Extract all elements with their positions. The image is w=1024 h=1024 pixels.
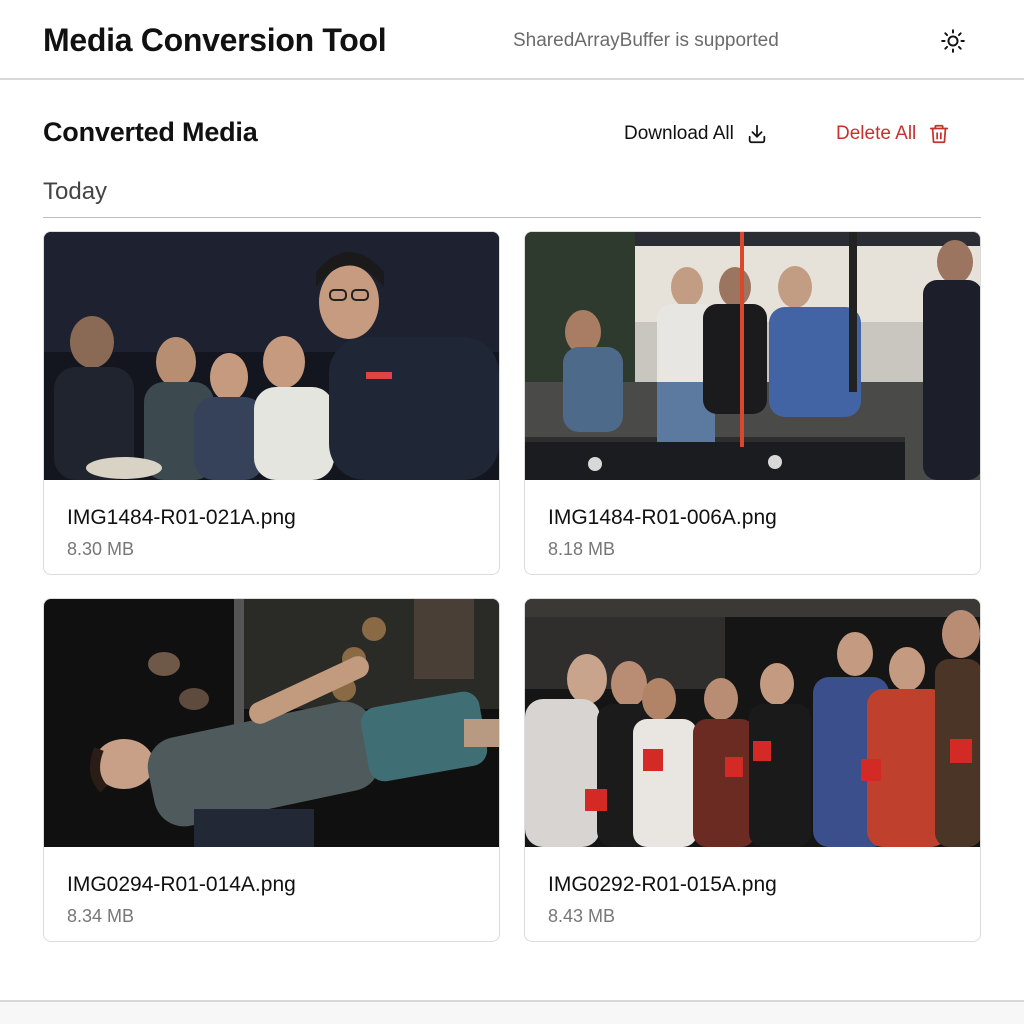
footer-bar: [0, 1000, 1024, 1024]
converted-media-title: Converted Media: [43, 117, 258, 147]
group-divider: [43, 217, 981, 218]
media-file-name: IMG1484-R01-006A.png: [548, 506, 777, 529]
media-card[interactable]: IMG1484-R01-006A.png 8.18 MB: [524, 231, 981, 575]
delete-all-button[interactable]: Delete All: [836, 121, 950, 147]
media-card[interactable]: IMG0294-R01-014A.png 8.34 MB: [43, 598, 500, 942]
group-label-today: Today: [43, 178, 108, 205]
media-thumbnail: [525, 599, 980, 847]
media-file-name: IMG0292-R01-015A.png: [548, 873, 777, 896]
media-thumbnail: [44, 232, 499, 480]
media-card[interactable]: IMG1484-R01-021A.png 8.30 MB: [43, 231, 500, 575]
app-header: Media Conversion Tool SharedArrayBuffer …: [0, 0, 1024, 80]
sharedarraybuffer-status: SharedArrayBuffer is supported: [513, 30, 779, 51]
media-card[interactable]: IMG0292-R01-015A.png 8.43 MB: [524, 598, 981, 942]
app-title: Media Conversion Tool: [43, 22, 387, 58]
media-thumbnail: [44, 599, 499, 847]
sun-icon: [941, 29, 965, 53]
media-file-name: IMG1484-R01-021A.png: [67, 506, 296, 529]
download-icon: [748, 124, 766, 144]
download-all-label: Download All: [624, 123, 734, 144]
media-file-size: 8.43 MB: [548, 906, 616, 926]
download-all-button[interactable]: Download All: [624, 121, 768, 147]
media-file-size: 8.30 MB: [67, 539, 135, 559]
delete-all-label: Delete All: [836, 123, 917, 144]
theme-toggle-button[interactable]: [938, 26, 968, 56]
media-file-size: 8.34 MB: [67, 906, 135, 926]
media-thumbnail: [525, 232, 980, 480]
media-file-name: IMG0294-R01-014A.png: [67, 873, 296, 896]
trash-icon: [930, 124, 949, 144]
media-file-size: 8.18 MB: [548, 539, 616, 559]
